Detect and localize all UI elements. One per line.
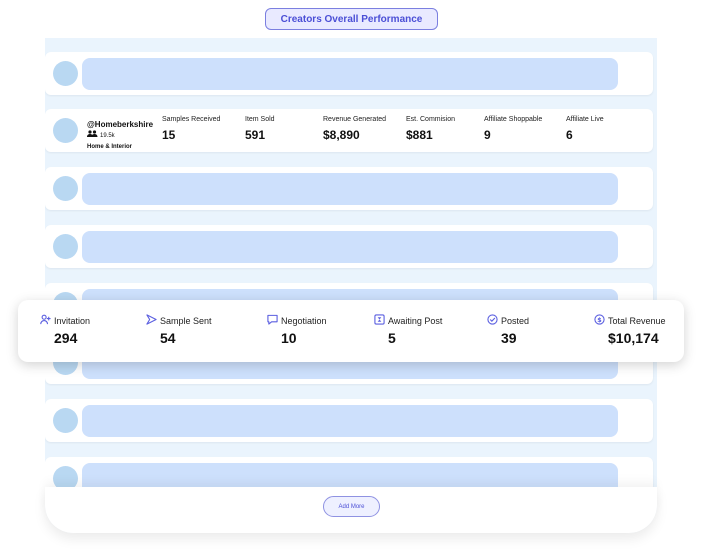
- stat-awaiting-post: Awaiting Post 5: [374, 314, 442, 346]
- avatar: [53, 408, 78, 433]
- metric-value: 15: [162, 128, 176, 142]
- metric-affiliate-shoppable: Affiliate Shoppable 9: [484, 116, 542, 142]
- user-plus-icon: [40, 314, 51, 327]
- avatar: [53, 234, 78, 259]
- stat-label: Negotiation: [281, 315, 327, 326]
- metric-item-sold: Item Sold 591: [245, 116, 275, 142]
- metric-label: Revenue Generated: [323, 116, 387, 123]
- creator-handle[interactable]: @Homeberkshire: [87, 119, 153, 130]
- creator-row-placeholder[interactable]: [45, 399, 653, 442]
- page-title: Creators Overall Performance: [265, 8, 438, 30]
- metric-label: Affiliate Shoppable: [484, 116, 543, 123]
- metric-samples-received: Samples Received 15: [162, 116, 220, 142]
- stat-label-row: Invitation: [40, 314, 90, 327]
- stat-negotiation: Negotiation 10: [267, 314, 327, 346]
- creator-row-placeholder[interactable]: [45, 167, 653, 210]
- creator-followers: 19.5k: [87, 130, 153, 142]
- creator-info: @Homeberkshire 19.5k Home & Interior: [87, 119, 153, 153]
- creator-category: Home & Interior: [87, 144, 133, 150]
- stat-label: Invitation: [54, 315, 91, 326]
- stat-invitation: Invitation 294: [40, 314, 90, 346]
- stat-value: 54: [160, 330, 176, 346]
- metric-revenue-generated: Revenue Generated $8,890: [323, 116, 386, 142]
- stat-label: Total Revenue: [608, 315, 666, 326]
- svg-text:$: $: [597, 316, 602, 324]
- stat-sample-sent: Sample Sent 54: [146, 314, 212, 346]
- metric-value: $8,890: [323, 128, 360, 142]
- stat-value: 5: [388, 330, 396, 346]
- stat-value: 39: [501, 330, 517, 346]
- metric-label: Affiliate Live: [566, 116, 604, 123]
- stat-posted: Posted 39: [487, 314, 529, 346]
- stat-label: Posted: [501, 315, 530, 326]
- stat-value: $10,174: [608, 330, 659, 346]
- dollar-circle-icon: $: [594, 314, 605, 327]
- users-icon: [87, 130, 98, 142]
- chat-icon: [267, 314, 278, 327]
- stat-value: 10: [281, 330, 297, 346]
- creator-row-placeholder[interactable]: [45, 52, 653, 95]
- creators-list-panel: [45, 38, 657, 533]
- check-circle-icon: [487, 314, 498, 327]
- stat-label: Awaiting Post: [388, 315, 443, 326]
- hourglass-box-icon: [374, 314, 385, 327]
- send-icon: [146, 314, 157, 327]
- metric-label: Item Sold: [245, 116, 275, 123]
- stat-value: 294: [54, 330, 78, 346]
- stat-label-row: Awaiting Post: [374, 314, 442, 327]
- avatar: [53, 118, 78, 143]
- metric-value: 591: [245, 128, 266, 142]
- metric-affiliate-live: Affiliate Live 6: [566, 116, 604, 142]
- loading-placeholder-bar: [82, 58, 618, 90]
- metric-est-commission: Est. Commision $881: [406, 116, 455, 142]
- stat-total-revenue: $ Total Revenue $10,174: [594, 314, 666, 346]
- creators-performance-card: Creators Overall Performance @Homeberksh…: [0, 0, 701, 554]
- metric-value: 6: [566, 128, 573, 142]
- avatar: [53, 176, 78, 201]
- summary-stats-card: Invitation 294 Sample Sent 54 Negotiatio…: [18, 300, 684, 362]
- metric-value: $881: [406, 128, 433, 142]
- stat-label-row: Sample Sent: [146, 314, 212, 327]
- loading-placeholder-bar: [82, 405, 618, 437]
- loading-placeholder-bar: [82, 231, 618, 263]
- metric-label: Samples Received: [162, 116, 221, 123]
- metric-value: 9: [484, 128, 491, 142]
- stat-label-row: Posted: [487, 314, 529, 327]
- avatar: [53, 61, 78, 86]
- stat-label-row: Negotiation: [267, 314, 327, 327]
- stat-label-row: $ Total Revenue: [594, 314, 666, 327]
- add-more-button[interactable]: Add More: [323, 496, 380, 517]
- creator-row-placeholder[interactable]: [45, 225, 653, 268]
- metric-label: Est. Commision: [406, 116, 456, 123]
- stat-label: Sample Sent: [160, 315, 212, 326]
- followers-count: 19.5k: [100, 132, 115, 139]
- loading-placeholder-bar: [82, 173, 618, 205]
